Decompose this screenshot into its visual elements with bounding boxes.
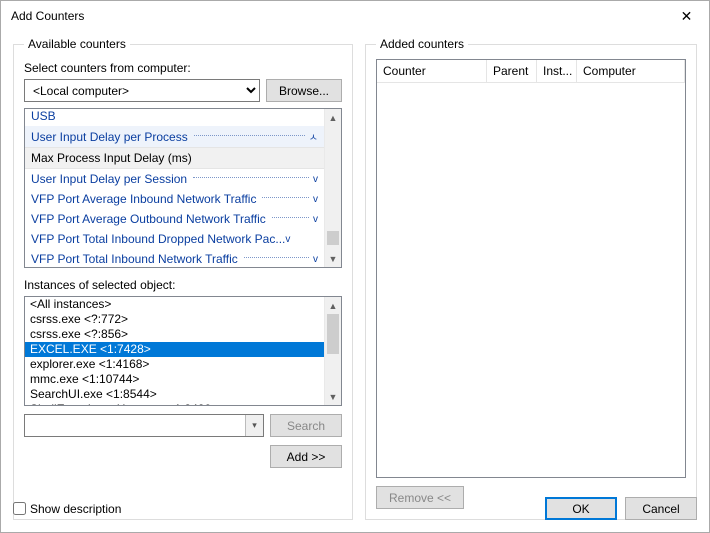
counters-scrollbar[interactable]: ▲ ▼: [324, 109, 341, 267]
close-icon: ✕: [681, 9, 693, 23]
column-header-computer[interactable]: Computer: [577, 60, 685, 82]
available-counters-legend: Available counters: [24, 37, 130, 51]
instance-item[interactable]: ShellExperienceHost.exe <1:8420>: [25, 402, 324, 405]
scroll-thumb[interactable]: [327, 231, 339, 245]
added-counters-legend: Added counters: [376, 37, 468, 51]
counters-listbox[interactable]: USB User Input Delay per Process ㅅ Max P…: [24, 108, 342, 268]
scroll-up-icon[interactable]: ▲: [325, 297, 341, 314]
chevron-down-icon: v: [313, 174, 318, 185]
added-counters-group: Added counters Counter Parent Inst... Co…: [365, 37, 697, 520]
category-label: User Input Delay per Process: [31, 130, 188, 144]
show-description-input[interactable]: [13, 502, 26, 515]
instances-scrollbar[interactable]: ▲ ▼: [324, 297, 341, 405]
search-button[interactable]: Search: [270, 414, 342, 437]
category-item[interactable]: VFP Port Average Inbound Network Traffic…: [25, 189, 324, 209]
instance-item[interactable]: explorer.exe <1:4168>: [25, 357, 324, 372]
table-header-row: Counter Parent Inst... Computer: [377, 60, 685, 83]
instance-item[interactable]: csrss.exe <?:772>: [25, 312, 324, 327]
browse-button[interactable]: Browse...: [266, 79, 342, 102]
computer-combobox[interactable]: <Local computer>: [24, 79, 260, 102]
chevron-down-icon: v: [285, 234, 290, 245]
dialog-footer: Show description OK Cancel: [13, 497, 697, 520]
category-label: User Input Delay per Session: [31, 172, 187, 186]
select-computer-label: Select counters from computer:: [24, 61, 342, 75]
instance-item[interactable]: mmc.exe <1:10744>: [25, 372, 324, 387]
category-label: VFP Port Total Inbound Network Traffic: [31, 252, 238, 266]
instance-filter-combobox[interactable]: ▾: [24, 414, 264, 437]
chevron-down-icon: v: [313, 254, 318, 265]
instance-item-selected[interactable]: EXCEL.EXE <1:7428>: [25, 342, 324, 357]
instance-item[interactable]: SearchUI.exe <1:8544>: [25, 387, 324, 402]
add-counters-dialog: Add Counters ✕ Available counters Select…: [0, 0, 710, 533]
column-header-parent[interactable]: Parent: [487, 60, 537, 82]
instances-listbox[interactable]: <All instances> csrss.exe <?:772> csrss.…: [24, 296, 342, 406]
category-item-expanded[interactable]: User Input Delay per Process ㅅ: [25, 126, 324, 147]
instances-label: Instances of selected object:: [24, 278, 342, 292]
scroll-thumb[interactable]: [327, 314, 339, 354]
category-label: VFP Port Total Inbound Dropped Network P…: [31, 232, 285, 246]
category-label: VFP Port Average Inbound Network Traffic: [31, 192, 256, 206]
chevron-down-icon[interactable]: ▾: [245, 415, 263, 436]
available-counters-group: Available counters Select counters from …: [13, 37, 353, 520]
category-item[interactable]: VFP Port Average Outbound Network Traffi…: [25, 209, 324, 229]
ok-button[interactable]: OK: [545, 497, 617, 520]
scroll-up-icon[interactable]: ▲: [325, 109, 341, 126]
instance-item[interactable]: <All instances>: [25, 297, 324, 312]
window-title: Add Counters: [11, 9, 84, 23]
scroll-down-icon[interactable]: ▼: [325, 250, 341, 267]
category-item[interactable]: VFP Port Total Inbound Network Traffic v: [25, 249, 324, 267]
show-description-label: Show description: [30, 502, 121, 516]
category-item[interactable]: User Input Delay per Session v: [25, 169, 324, 189]
add-button[interactable]: Add >>: [270, 445, 342, 468]
chevron-up-icon: ㅅ: [309, 129, 318, 144]
added-counters-pane: Added counters Counter Parent Inst... Co…: [365, 37, 697, 520]
counter-item[interactable]: Max Process Input Delay (ms): [25, 147, 324, 169]
column-header-counter[interactable]: Counter: [377, 60, 487, 82]
added-counters-table[interactable]: Counter Parent Inst... Computer: [376, 59, 686, 478]
category-item-partial[interactable]: USB: [25, 109, 324, 126]
category-label: VFP Port Average Outbound Network Traffi…: [31, 212, 266, 226]
cancel-button[interactable]: Cancel: [625, 497, 697, 520]
dialog-body: Available counters Select counters from …: [1, 31, 709, 532]
column-header-instance[interactable]: Inst...: [537, 60, 577, 82]
titlebar: Add Counters ✕: [1, 1, 709, 31]
chevron-down-icon: v: [313, 214, 318, 225]
available-counters-pane: Available counters Select counters from …: [13, 37, 353, 520]
scroll-down-icon[interactable]: ▼: [325, 388, 341, 405]
instance-item[interactable]: csrss.exe <?:856>: [25, 327, 324, 342]
chevron-down-icon: v: [313, 194, 318, 205]
category-item[interactable]: VFP Port Total Inbound Dropped Network P…: [25, 229, 324, 249]
close-button[interactable]: ✕: [664, 1, 709, 31]
show-description-checkbox[interactable]: Show description: [13, 502, 121, 516]
